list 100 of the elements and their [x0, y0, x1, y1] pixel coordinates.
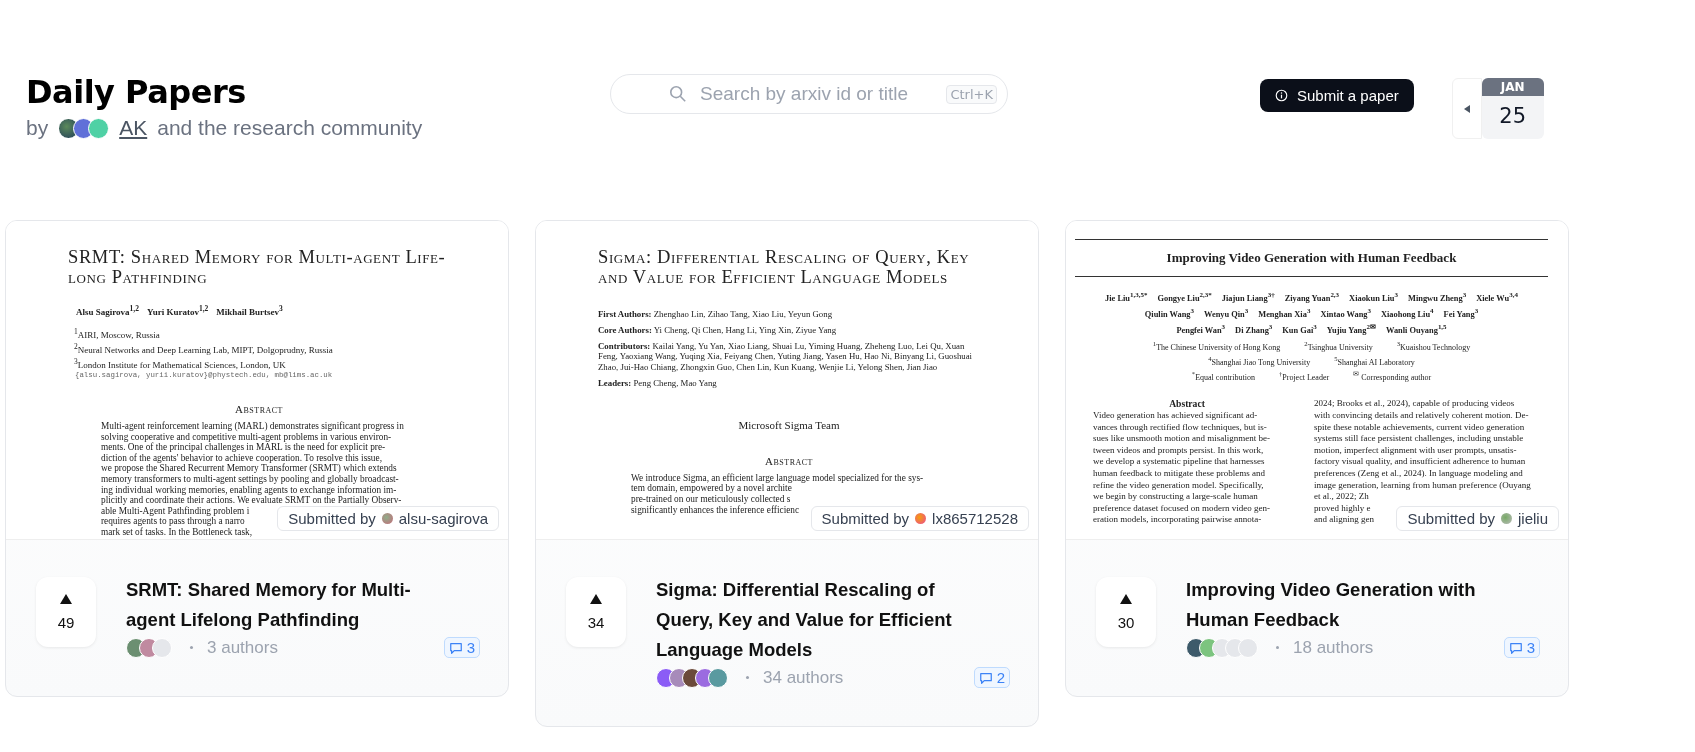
abstract-line: we develop a systematic pipeline that harnesses	[1093, 456, 1265, 468]
submitted-by-badge[interactable]: Submitted by lx865712528	[810, 506, 1029, 531]
team-name: Microsoft Sigma Team	[737, 418, 841, 431]
body-line: spite these notable achievements, current video generation	[1314, 421, 1525, 434]
paper-title-line: long Pathfinding	[68, 267, 209, 287]
submitted-by-badge[interactable]: Submitted by alsu-sagirova	[277, 506, 499, 531]
abstract-line: ing individual working memories, enabling agents to exchange information im-	[101, 484, 397, 496]
author-name: Wanli Ouyang$^{1,5}$	[1385, 321, 1447, 337]
author-name: Ziyang Yuan$^{2,3}$	[1284, 290, 1340, 305]
comments-button[interactable]: 3	[443, 637, 480, 658]
body-line: factory visual quality, and insufficient adherence to human	[1314, 456, 1526, 468]
comment-icon	[1508, 640, 1523, 655]
abstract-line: able Multi-Agent Pathfinding problem i	[101, 505, 250, 517]
abstract-line: memory transformers to multi-agent settings by pooling and globally broadcast-	[101, 473, 399, 485]
paper-card[interactable]	[5, 220, 509, 697]
affiliation-line: $^{1}$AIRI, Moscow, Russia	[74, 326, 161, 341]
abstract-line: mark set of tasks. In the Bottleneck task,	[101, 526, 253, 538]
affiliation-text: $^{4}$Shanghai Jiao Tong University	[1208, 354, 1311, 368]
abstract-line: We introduce Sigma, an efficient large language model specialized for the sys-	[631, 472, 924, 484]
affiliation-line: $^{3}$London Institute for Mathematical Sciences, London, UK	[74, 356, 287, 371]
avatar-icon	[1501, 513, 1512, 524]
byline-suffix: and the research community	[157, 116, 423, 140]
abstract-line: eration models, incorporating pairwise annota-	[1093, 514, 1262, 526]
avatar-icon	[708, 667, 728, 688]
paper-title-line: SRMT: Shared Memory for Multi-agent Life-	[68, 247, 447, 267]
author-count: 3 authors	[207, 637, 278, 658]
paper-title-link[interactable]: Improving Video Generation with Human Feedback	[1186, 575, 1486, 635]
page-title: Daily Papers	[26, 72, 247, 112]
body-line: proved highly e	[1314, 502, 1371, 515]
upvote-icon	[1120, 593, 1132, 604]
affiliation-text: $^{†}$Project Leader	[1278, 368, 1330, 383]
affiliation-text: $^{✉}$ Corresponding author	[1353, 368, 1432, 383]
abstract-line: we propose the Shared Recurrent Memory Transformer (SRMT) which extends	[101, 463, 397, 474]
author-link[interactable]: AK	[119, 116, 148, 140]
author-name: Xiaokun Liu$^{3}$	[1349, 290, 1398, 305]
submitted-label: Submitted by	[821, 510, 910, 527]
author-name: Mikhail Burtsev$^{3}$	[216, 303, 283, 318]
author-name: Gongye Liu$^{2,3*}$	[1157, 290, 1212, 305]
affiliation-text: $^{3}$Kuaishou Technology	[1396, 339, 1471, 354]
author-list: Contributors: Kailai Yang, Yu Yan, Xiao Liang, Shuai Lu, Yiming Huang, Zheheng Luo, Lei Qu, Xuan Feng, Yaoxiang Wang, Yuqing Xia, Feiyang Chen, Yuting Jiang, Yasen Hu, Hao Ni, Binyang Li, Guoshuai Zhao, Jui-Hao Chiang, Zhongxin Guo, Chen Lin, Kun Kuang, Wenjie Li, Yelong Shen, Jian Jiao	[598, 340, 986, 373]
author-name: Yujiu Yang$^{2✉}$	[1326, 321, 1376, 337]
paper-title-link[interactable]: Sigma: Differential Rescaling of Query, Key and Value for Efficient Language Models	[656, 575, 956, 665]
submitted-label: Submitted by	[1407, 510, 1495, 527]
comment-icon	[448, 640, 463, 655]
author-name: Di Zhang$^{3}$	[1235, 321, 1273, 337]
abstract-line: human feedback to mitigate these problems and	[1093, 467, 1265, 480]
author-name: Mingwu Zheng$^{3}$	[1408, 290, 1467, 305]
author-name: Kun Gai$^{3}$	[1282, 321, 1317, 337]
body-line: with convincing details and relatively coherent motion. De-	[1314, 409, 1529, 422]
author-name: Jiajun Liang$^{3†}$	[1221, 290, 1275, 305]
affiliation-text: $^{5}$Shanghai AI Laboratory	[1334, 354, 1415, 368]
author-name: Alsu Sagirova$^{1,2}$	[76, 303, 139, 318]
avatar-icon	[152, 637, 172, 658]
abstract-line: tem domain, empowered by a novel archite	[631, 483, 792, 494]
username: lx865712528	[932, 510, 1018, 527]
username: jieliu	[1518, 510, 1548, 527]
section-heading: Abstract	[764, 454, 814, 467]
affiliation-text: $^{1}$The Chinese University of Hong Kong	[1152, 339, 1281, 354]
paper-title-line: Improving Video Generation with Human Feedback	[1165, 249, 1458, 267]
body-line: et al., 2022; Zh	[1314, 491, 1369, 503]
month-label: JAN	[1481, 78, 1544, 96]
body-line: preferences (Zeng et al., 2024). In language modeling and	[1314, 467, 1523, 480]
author-name: Pengfei Wan$^{3}$	[1176, 321, 1226, 337]
paper-card[interactable]	[535, 220, 1039, 727]
abstract-line: we begin by constructing a large-scale human	[1093, 491, 1258, 503]
upvote-button[interactable]: 34	[566, 577, 626, 647]
submitted-by-badge[interactable]: Submitted by jieliu	[1396, 506, 1559, 531]
abstract-line: sues like unsmooth motion and misalignment be-	[1093, 433, 1270, 445]
author-name: Menghan Xia$^{3}$	[1258, 305, 1311, 321]
author-name: Wenyu Qin$^{3}$	[1204, 305, 1249, 321]
author-list: Leaders: Peng Cheng, Mao Yang	[598, 378, 986, 389]
calendar-date[interactable]: JAN 25	[1481, 78, 1544, 139]
username: alsu-sagirova	[398, 510, 488, 527]
abstract-line: requires agents to pass through a narro	[101, 516, 245, 527]
upvote-button[interactable]: 49	[36, 577, 96, 647]
abstract-line: pre-trained on our meticulously collected s	[631, 493, 791, 505]
paper-title-link[interactable]: SRMT: Shared Memory for Multi-agent Lifelong Pathfinding	[126, 575, 426, 635]
author-name: Fei Yang$^{3}$	[1443, 305, 1479, 321]
author-list: First Authors: Zhenghao Lin, Zihao Tang, Xiao Liu, Yeyun Gong	[598, 309, 986, 320]
byline-prefix: by	[26, 116, 49, 140]
abstract-line: refine the video generation model. Specifically,	[1093, 479, 1264, 492]
author-count: 18 authors	[1293, 637, 1374, 658]
body-line: 2024; Brooks et al., 2024), capable of producing videos	[1314, 398, 1515, 410]
author-name: Xintao Wang$^{3}$	[1320, 305, 1371, 321]
paper-title-line: Sigma: Differential Rescaling of Query, Key	[598, 247, 971, 267]
avatar-icon	[1238, 637, 1258, 658]
body-line: image generation, learning from human preference (Ouyang	[1314, 479, 1531, 492]
avatar-icon	[88, 117, 110, 139]
abstract-line: Multi-agent reinforcement learning (MARL) demonstrates significant progress in	[101, 421, 404, 432]
upvote-button[interactable]: 30	[1096, 577, 1156, 647]
paper-card[interactable]	[1065, 220, 1569, 697]
comments-button[interactable]: 3	[1503, 637, 1540, 658]
avatar-icon	[915, 513, 927, 524]
submit-paper-button[interactable]: Submit a paper	[1260, 79, 1414, 112]
abstract-line: ments. One of the principal challenges in MARL is the need for explicit pre-	[101, 442, 386, 453]
author-name: Yuri Kuratov$^{1,2}$	[147, 303, 209, 318]
day-number: 25	[1498, 103, 1528, 130]
author-list: Core Authors: Yi Cheng, Qi Chen, Hang Li, Ying Xin, Ziyue Yang	[598, 324, 986, 336]
abstract-line: significantly enhances the inference efficienc	[631, 504, 800, 516]
author-name: Qiulin Wang$^{3}$	[1144, 305, 1194, 321]
